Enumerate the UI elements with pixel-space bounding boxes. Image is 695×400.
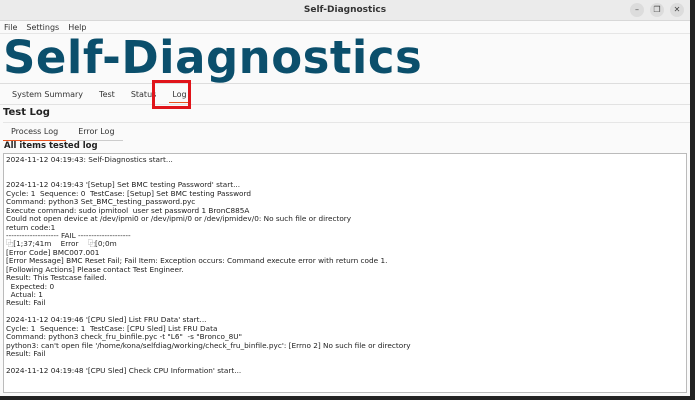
close-button[interactable]: ✕: [670, 3, 684, 17]
tab-error-log[interactable]: Error Log: [70, 123, 123, 141]
maximize-button[interactable]: ❐: [650, 3, 664, 17]
log-line: Actual: 1: [6, 290, 43, 299]
title-bar: Self-Diagnostics – ❐ ✕: [0, 0, 690, 21]
tab-system-summary[interactable]: System Summary: [4, 84, 91, 105]
log-line: python3: can't open file '/home/kona/sel…: [6, 340, 411, 350]
log-line: 2024-11-12 04:19:43: Self-Diagnostics st…: [6, 155, 173, 164]
log-line: ⿻[1;37;41m Error ⿻[0;0m: [6, 239, 117, 249]
window-title: Self-Diagnostics: [303, 5, 387, 15]
app-title: Self-Diagnostics: [0, 34, 690, 84]
tab-test[interactable]: Test: [91, 84, 123, 105]
log-line: Result: This Testcase failed.: [6, 273, 107, 283]
minimize-button[interactable]: –: [630, 3, 644, 17]
log-text-area[interactable]: 2024-11-12 04:19:43: Self-Diagnostics st…: [3, 153, 687, 393]
log-line: Could not open device at /dev/ipmi0 or /…: [6, 214, 352, 224]
log-title: All items tested log: [4, 141, 98, 151]
main-tabs: System Summary Test Status Log: [0, 84, 690, 105]
log-subtabs: Process Log Error Log: [3, 122, 690, 141]
log-line: Result: Fail: [6, 298, 46, 308]
tab-process-log[interactable]: Process Log: [3, 123, 67, 141]
highlight-box: [152, 80, 191, 109]
app-window: Self-Diagnostics – ❐ ✕ File Settings Hel…: [0, 0, 690, 396]
log-line: Result: Fail: [6, 349, 46, 359]
log-line: 2024-11-12 04:19:48 '[CPU Sled] Check CP…: [6, 365, 242, 375]
section-title: Test Log: [3, 107, 50, 118]
log-line: [Following Actions] Please contact Test …: [6, 264, 184, 274]
log-line: Expected: 0: [6, 281, 55, 291]
